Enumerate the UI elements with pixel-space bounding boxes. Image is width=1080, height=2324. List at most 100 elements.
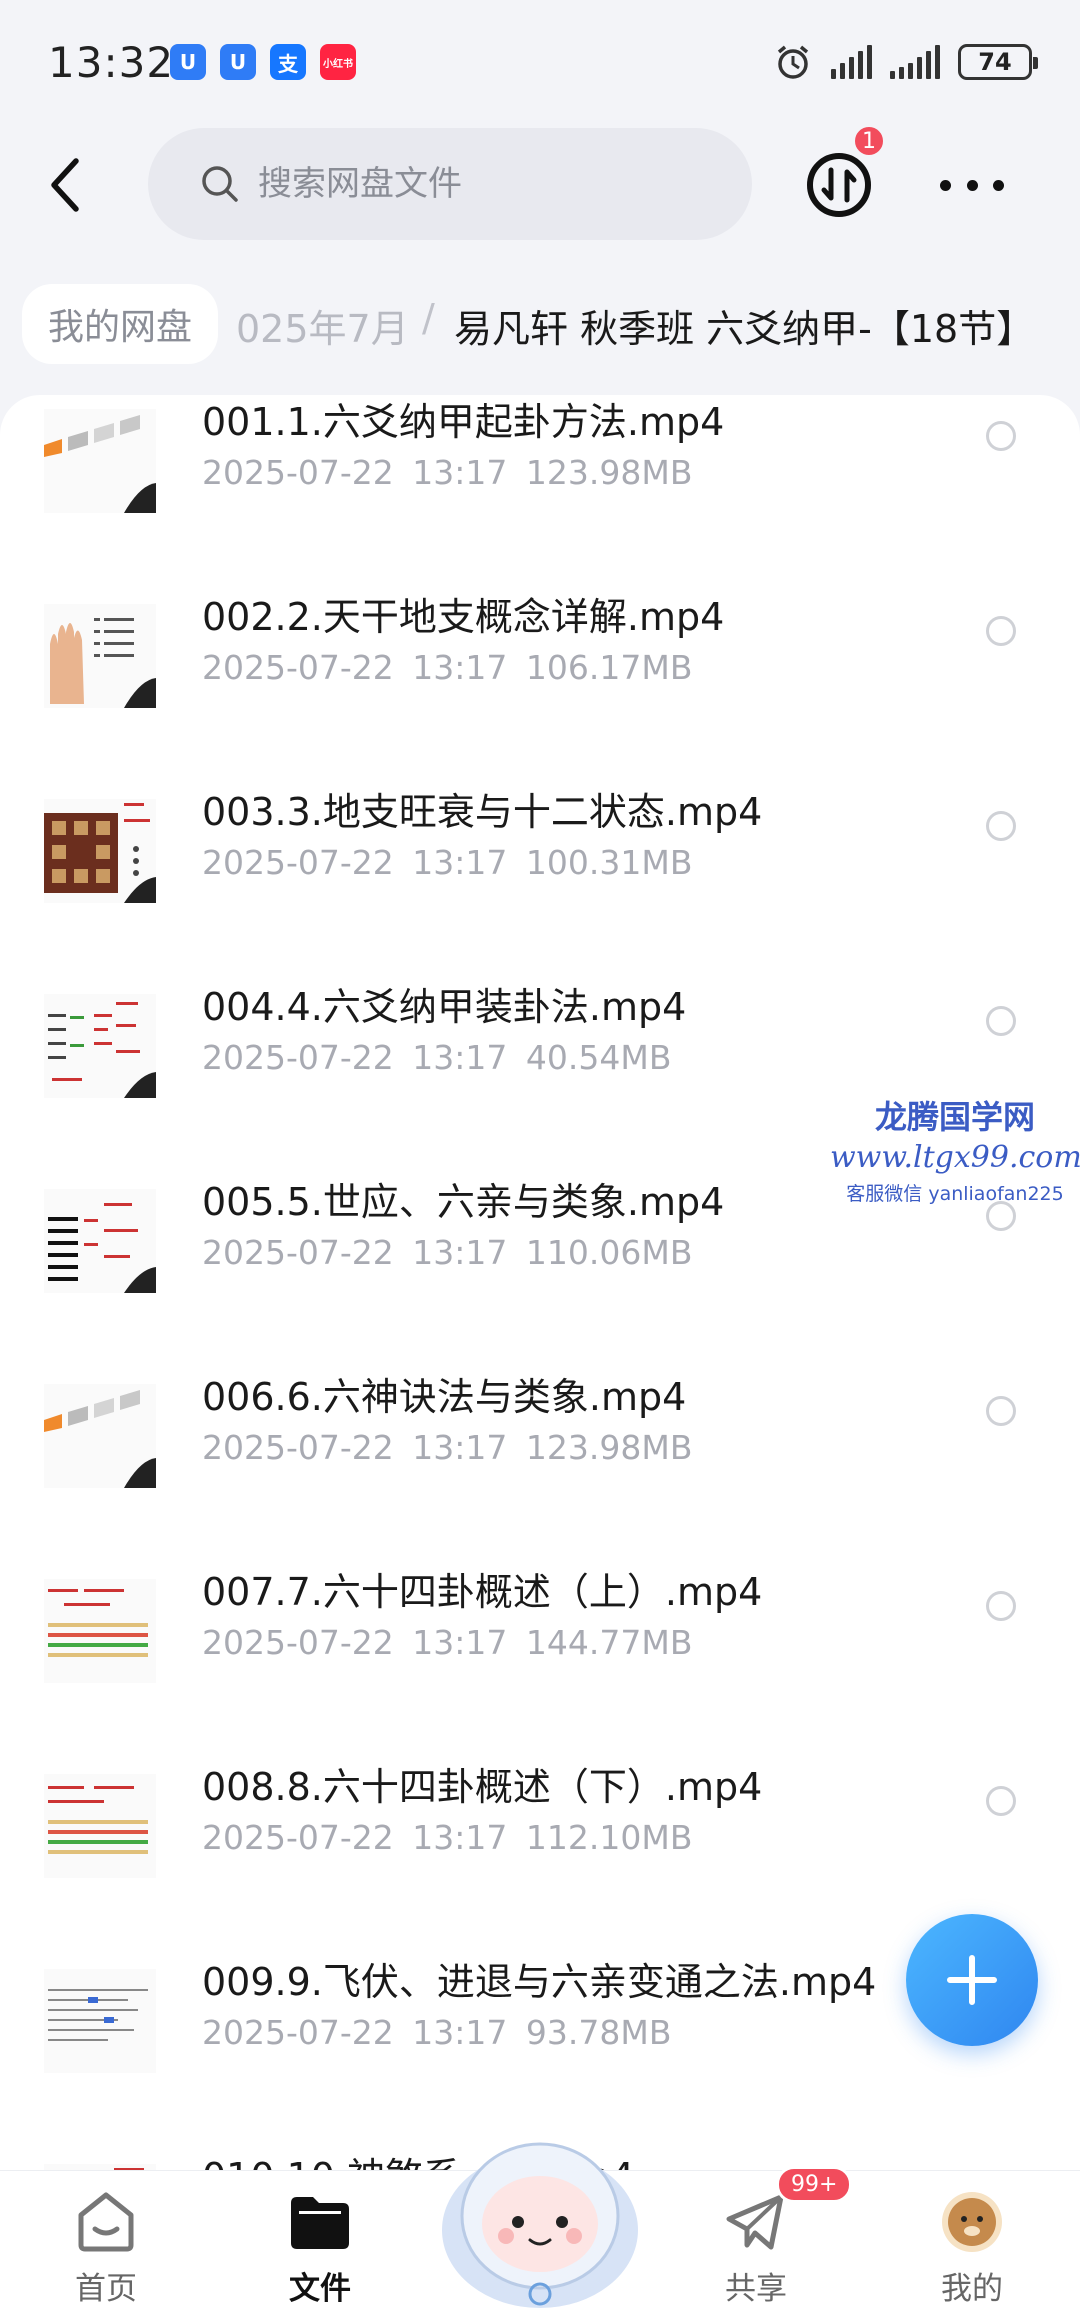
file-name: 005.5.世应、六亲与类象.mp4 [202,1180,725,1224]
file-name: 001.1.六爻纳甲起卦方法.mp4 [202,400,725,444]
file-size: 112.10MB [525,1818,693,1857]
file-time: 13:17 [412,843,508,882]
file-time: 13:17 [412,453,508,492]
select-checkbox[interactable] [986,1786,1016,1816]
app-notification-icon: U [220,44,256,80]
search-icon [202,166,238,202]
select-checkbox[interactable] [986,1591,1016,1621]
dot-icon [940,179,951,191]
search-bar[interactable] [148,128,752,240]
file-date: 2025-07-22 [202,1233,394,1272]
file-name: 002.2.天干地支概念详解.mp4 [202,595,725,639]
nav-files[interactable]: 文件 [250,2189,390,2308]
file-name: 007.7.六十四卦概述（上）.mp4 [202,1570,763,1614]
nav-share[interactable]: 共享 [686,2189,826,2308]
file-row[interactable]: 002.2.天干地支概念详解.mp4 2025-07-22 13:17 106.… [0,586,1080,782]
file-name: 006.6.六神诀法与类象.mp4 [202,1375,687,1419]
breadcrumb-separator: / [422,296,435,340]
signal-icon [890,45,940,79]
file-name: 008.8.六十四卦概述（下）.mp4 [202,1765,763,1809]
signal-icon [831,45,872,79]
alarm-icon [777,45,809,79]
file-size: 123.98MB [525,453,693,492]
file-list: 001.1.六爻纳甲起卦方法.mp4 2025-07-22 13:17 123.… [0,395,1080,2170]
nav-label: 我的 [941,2271,1003,2307]
home-icon [78,2192,134,2252]
file-row[interactable]: 001.1.六爻纳甲起卦方法.mp4 2025-07-22 13:17 123.… [0,395,1080,587]
file-size: 93.78MB [525,2013,672,2052]
nav-profile[interactable]: 我的 [902,2189,1042,2308]
file-time: 13:17 [412,1233,508,1272]
folder-icon [291,2197,349,2249]
file-meta: 2025-07-22 13:17 112.10MB [202,1818,692,1857]
status-bar: 13:32 U U 支 小红书 74 [0,0,1080,120]
file-date: 2025-07-22 [202,843,394,882]
transfer-icon[interactable] [804,150,874,220]
avatar [942,2192,1002,2252]
video-thumbnail [44,994,156,1098]
file-time: 13:17 [412,1428,508,1467]
select-checkbox[interactable] [986,811,1016,841]
video-thumbnail [44,1774,156,1878]
file-time: 13:17 [412,2013,508,2052]
file-time: 13:17 [412,1818,508,1857]
app-notification-icon: U [170,44,206,80]
search-input[interactable] [258,164,658,204]
file-meta: 2025-07-22 13:17 100.31MB [202,843,692,882]
watermark-title: 龙腾国学网 [874,1098,1035,1136]
file-date: 2025-07-22 [202,648,394,687]
share-count-badge: 99+ [776,2166,853,2203]
status-app-icons: U U 支 小红书 [170,44,356,80]
transfer-count-badge: 1 [852,124,886,158]
video-thumbnail [44,604,156,708]
select-checkbox[interactable] [986,421,1016,451]
file-meta: 2025-07-22 13:17 123.98MB [202,1428,692,1467]
status-indicators: 74 [773,42,1038,82]
select-checkbox[interactable] [986,1006,1016,1036]
file-date: 2025-07-22 [202,1818,394,1857]
add-button[interactable] [906,1914,1038,2046]
file-size: 110.06MB [525,1233,693,1272]
chevron-left-icon [51,158,79,212]
file-row[interactable]: 006.6.六神诀法与类象.mp4 2025-07-22 13:17 123.9… [0,1366,1080,1562]
dot-icon [966,179,978,191]
video-thumbnail [44,1384,156,1488]
breadcrumb-root[interactable]: 我的网盘 [22,284,219,364]
file-date: 2025-07-22 [202,453,394,492]
file-date: 2025-07-22 [202,1428,394,1467]
assistant-mascot-icon[interactable] [436,2112,644,2312]
status-time: 13:32 [48,38,175,87]
nav-label: 文件 [289,2271,351,2307]
breadcrumb-current: 易凡轩 秋季班 六爻纳甲-【18节】 [454,307,1035,351]
file-size: 123.98MB [525,1428,693,1467]
file-date: 2025-07-22 [202,2013,394,2052]
nav-home[interactable]: 首页 [36,2189,176,2308]
select-checkbox[interactable] [986,616,1016,646]
nav-label: 首页 [75,2271,137,2307]
alipay-icon: 支 [270,44,306,80]
select-checkbox[interactable] [986,1396,1016,1426]
breadcrumb: 我的网盘 025年7月 / 易凡轩 秋季班 六爻纳甲-【18节】 [0,280,1080,370]
video-thumbnail [44,1969,156,2073]
video-thumbnail [44,409,156,513]
plus-icon [947,1955,997,2005]
file-name: 003.3.地支旺衰与十二状态.mp4 [202,790,763,834]
breadcrumb-parent[interactable]: 025年7月 [236,298,409,353]
more-options-button[interactable] [940,170,1004,200]
file-row[interactable]: 007.7.六十四卦概述（上）.mp4 2025-07-22 13:17 144… [0,1561,1080,1757]
video-thumbnail [44,1579,156,1683]
watermark: 龙腾国学网 www.ltgx99.com 客服微信 yanliaofan225 [830,1092,1080,1206]
video-thumbnail [44,1189,156,1293]
back-button[interactable] [36,150,96,220]
watermark-contact: 客服微信 yanliaofan225 [846,1183,1064,1205]
header: 1 [0,120,1080,250]
file-date: 2025-07-22 [202,1038,394,1077]
file-meta: 2025-07-22 13:17 110.06MB [202,1233,692,1272]
file-row[interactable]: 003.3.地支旺衰与十二状态.mp4 2025-07-22 13:17 100… [0,781,1080,977]
file-meta: 2025-07-22 13:17 40.54MB [202,1038,671,1077]
xiaohongshu-icon: 小红书 [320,44,356,80]
file-row[interactable]: 008.8.六十四卦概述（下）.mp4 2025-07-22 13:17 112… [0,1756,1080,1952]
nav-label: 共享 [725,2271,787,2307]
video-thumbnail [44,799,156,903]
file-meta: 2025-07-22 13:17 93.78MB [202,2013,671,2052]
